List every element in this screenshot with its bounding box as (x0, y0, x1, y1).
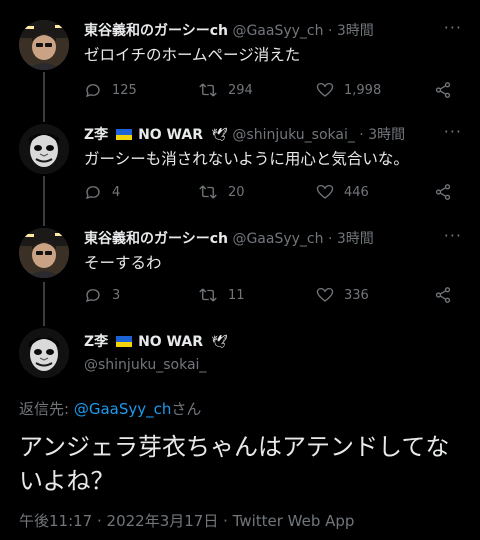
tweet[interactable]: 東谷義和のガーシーch @GaaSyy_ch · 3時間 ··· ゼロイチのホー… (0, 18, 480, 110)
handle[interactable]: @GaaSyy_ch (232, 231, 323, 247)
reply-button[interactable]: 3 (84, 285, 120, 305)
share-icon (435, 82, 451, 98)
tweet-header: Z李 NO WAR 🕊 (84, 331, 440, 353)
like-button[interactable]: 336 (316, 285, 369, 305)
retweet-button[interactable]: 294 (198, 80, 253, 100)
handle[interactable]: @GaaSyy_ch (232, 23, 323, 39)
more-options-icon[interactable]: ··· (444, 122, 462, 141)
display-name[interactable]: 東谷義和のガーシーch (84, 231, 228, 247)
retweet-count: 11 (228, 287, 245, 303)
retweet-button[interactable]: 20 (198, 182, 245, 202)
ukraine-flag-icon (115, 129, 132, 140)
reply-icon (85, 84, 100, 98)
tweet-header: 東谷義和のガーシーch @GaaSyy_ch · 3時間 (84, 228, 440, 250)
timestamp[interactable]: 3時間 (368, 127, 405, 143)
more-options-icon[interactable]: ··· (444, 226, 462, 245)
separator-dot: · (327, 231, 333, 247)
heart-icon (316, 82, 334, 97)
display-name[interactable]: 東谷義和のガーシーch (84, 23, 228, 39)
dove-icon: 🕊 (211, 128, 228, 143)
dove-icon: 🕊 (211, 335, 228, 350)
reply-count: 4 (112, 184, 121, 200)
share-button[interactable] (434, 80, 462, 100)
share-icon (435, 287, 451, 303)
no-war-badge: NO WAR (138, 334, 203, 350)
retweet-button[interactable]: 11 (198, 285, 245, 305)
mention-link[interactable]: @GaaSyy_ch (74, 400, 172, 418)
display-name[interactable]: Z李 (84, 127, 108, 143)
heart-icon (316, 287, 334, 302)
action-bar: 3 11 336 (84, 285, 462, 305)
avatar[interactable] (19, 228, 69, 278)
retweet-icon (199, 288, 217, 302)
share-button[interactable] (434, 285, 462, 305)
display-name[interactable]: Z李 (84, 334, 108, 350)
separator-dot: · (359, 127, 364, 143)
reply-button[interactable]: 125 (84, 80, 137, 100)
avatar[interactable] (19, 124, 69, 174)
like-count: 446 (344, 184, 369, 200)
retweet-icon (199, 185, 217, 199)
separator-dot: · (327, 23, 333, 39)
avatar[interactable] (19, 328, 69, 378)
no-war-badge: NO WAR (138, 127, 203, 143)
more-options-icon[interactable]: ··· (444, 18, 462, 37)
tweet-header: 東谷義和のガーシーch @GaaSyy_ch · 3時間 (84, 20, 440, 42)
like-count: 1,998 (344, 82, 382, 98)
timestamp[interactable]: 3時間 (337, 231, 374, 247)
tweet-text: そーするわ (84, 254, 162, 272)
handle[interactable]: @shinjuku_sokai_ (232, 127, 354, 143)
tweet[interactable]: Z李 NO WAR 🕊 @shinjuku_sokai_ · 3時間 ··· ガ… (0, 122, 480, 214)
focused-tweet-text: アンジェラ芽衣ちゃんはアテンドしてないよね？ (19, 433, 450, 495)
reply-count: 3 (112, 287, 121, 303)
share-icon (435, 184, 451, 200)
tweet-text: ゼロイチのホームページ消えた (84, 46, 301, 64)
reply-icon (85, 186, 100, 200)
share-button[interactable] (434, 182, 462, 202)
tweet-header: Z李 NO WAR 🕊 @shinjuku_sokai_ · 3時間 (84, 124, 440, 146)
action-bar: 125 294 1,998 (84, 80, 462, 100)
action-bar: 4 20 446 (84, 182, 462, 202)
reply-count: 125 (112, 82, 137, 98)
tweet-text: ガーシーも消されないように用心と気合いな。 (84, 150, 409, 168)
ukraine-flag-icon (115, 336, 132, 347)
handle-row: @shinjuku_sokai_ (84, 354, 440, 376)
like-count: 336 (344, 287, 369, 303)
handle[interactable]: @shinjuku_sokai_ (84, 357, 206, 373)
retweet-count: 20 (228, 184, 245, 200)
reply-icon (85, 289, 100, 303)
like-button[interactable]: 446 (316, 182, 369, 202)
like-button[interactable]: 1,998 (316, 80, 381, 100)
reply-suffix: さん (171, 400, 202, 418)
retweet-icon (199, 83, 217, 97)
avatar[interactable] (19, 20, 69, 70)
tweet-meta[interactable]: 午後11:17 · 2022年3月17日 · Twitter Web App (19, 510, 354, 531)
reply-context: 返信先: @GaaSyy_chさん (19, 398, 201, 419)
tweet[interactable]: 東谷義和のガーシーch @GaaSyy_ch · 3時間 ··· そーするわ 3… (0, 226, 480, 318)
timestamp[interactable]: 3時間 (337, 23, 374, 39)
retweet-count: 294 (228, 82, 253, 98)
reply-prefix: 返信先: (19, 400, 74, 418)
reply-button[interactable]: 4 (84, 182, 120, 202)
heart-icon (316, 184, 334, 199)
